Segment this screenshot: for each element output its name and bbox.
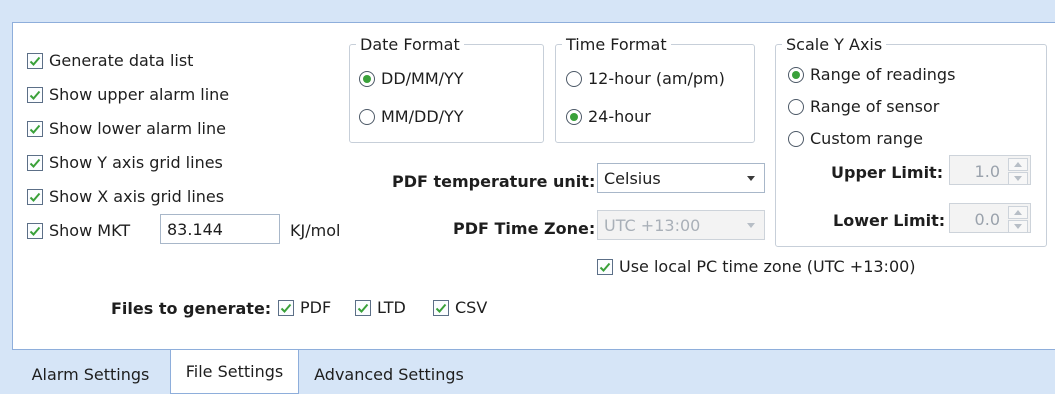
- scale-y-axis-legend: Scale Y Axis: [786, 35, 883, 54]
- use-local-timezone-label: Use local PC time zone (UTC +13:00): [619, 257, 916, 276]
- lower-limit-value: 0.0: [974, 210, 1000, 229]
- show-mkt-label: Show MKT: [49, 221, 131, 240]
- check-icon: [27, 154, 43, 171]
- check-icon: [27, 52, 43, 69]
- mkt-value: 83.144: [167, 219, 223, 239]
- scale-custom-range-radio[interactable]: Custom range: [788, 129, 923, 148]
- spin-down-icon[interactable]: [1008, 220, 1028, 233]
- show-upper-alarm-checkbox[interactable]: Show upper alarm line: [27, 85, 229, 104]
- date-format-ddmmyy-radio[interactable]: DD/MM/YY: [359, 69, 464, 88]
- scale-range-sensor-label: Range of sensor: [810, 97, 940, 116]
- mkt-value-input[interactable]: 83.144: [160, 214, 280, 244]
- scale-range-readings-radio[interactable]: Range of readings: [788, 65, 955, 84]
- pdf-timezone-dropdown[interactable]: UTC +13:00: [597, 210, 765, 240]
- spin-up-icon[interactable]: [1008, 158, 1028, 171]
- show-mkt-checkbox[interactable]: Show MKT: [27, 221, 130, 240]
- check-icon: [597, 258, 613, 275]
- tab-file-settings-label: File Settings: [185, 362, 284, 381]
- radio-unselected-icon: [359, 108, 375, 125]
- lower-limit-spinner[interactable]: 0.0: [949, 203, 1031, 233]
- use-local-timezone-checkbox[interactable]: Use local PC time zone (UTC +13:00): [597, 257, 916, 276]
- check-icon: [355, 299, 371, 316]
- file-csv-checkbox[interactable]: CSV: [433, 298, 487, 317]
- pdf-temp-unit-dropdown[interactable]: Celsius: [597, 163, 765, 193]
- pdf-temp-unit-label: PDF temperature unit:: [392, 172, 596, 191]
- time-format-group: Time Format: [555, 35, 755, 143]
- radio-unselected-icon: [566, 70, 582, 87]
- scale-range-readings-label: Range of readings: [810, 65, 956, 84]
- radio-selected-icon: [359, 70, 375, 87]
- generate-data-list-checkbox[interactable]: Generate data list: [27, 51, 193, 70]
- check-icon: [27, 188, 43, 205]
- tab-alarm-settings[interactable]: Alarm Settings: [12, 354, 169, 394]
- file-csv-label: CSV: [455, 298, 488, 317]
- show-lower-alarm-label: Show lower alarm line: [49, 119, 226, 138]
- file-ltd-checkbox[interactable]: LTD: [355, 298, 406, 317]
- scale-range-sensor-radio[interactable]: Range of sensor: [788, 97, 939, 116]
- radio-selected-icon: [566, 108, 582, 125]
- spin-down-icon[interactable]: [1008, 172, 1028, 185]
- tab-alarm-settings-label: Alarm Settings: [31, 364, 150, 384]
- time-format-legend: Time Format: [566, 35, 667, 54]
- generate-data-list-label: Generate data list: [49, 51, 194, 70]
- show-lower-alarm-checkbox[interactable]: Show lower alarm line: [27, 119, 226, 138]
- check-icon: [278, 299, 294, 316]
- chevron-down-icon: [738, 211, 764, 239]
- pdf-timezone-label: PDF Time Zone:: [453, 219, 596, 238]
- files-to-generate-label: Files to generate:: [111, 299, 272, 318]
- date-format-group: Date Format: [349, 35, 544, 143]
- mkt-unit-label: KJ/mol: [290, 221, 341, 240]
- tab-advanced-settings-label: Advanced Settings: [314, 364, 464, 384]
- upper-limit-spinner[interactable]: 1.0: [949, 155, 1031, 185]
- check-icon: [27, 222, 43, 239]
- radio-selected-icon: [788, 66, 804, 83]
- check-icon: [27, 120, 43, 137]
- time-format-24h-radio[interactable]: 24-hour: [566, 107, 651, 126]
- check-icon: [27, 86, 43, 103]
- date-format-ddmmyy-label: DD/MM/YY: [381, 69, 464, 88]
- check-icon: [433, 299, 449, 316]
- file-settings-panel: Generate data list Show upper alarm line…: [12, 22, 1055, 350]
- show-y-grid-label: Show Y axis grid lines: [49, 153, 223, 172]
- show-y-grid-checkbox[interactable]: Show Y axis grid lines: [27, 153, 223, 172]
- file-pdf-checkbox[interactable]: PDF: [278, 298, 331, 317]
- lower-limit-label: Lower Limit:: [833, 211, 946, 230]
- time-format-12h-label: 12-hour (am/pm): [588, 69, 725, 88]
- pdf-temp-unit-value: Celsius: [604, 168, 661, 188]
- time-format-24h-label: 24-hour: [588, 107, 651, 126]
- date-format-mmddyy-label: MM/DD/YY: [381, 107, 464, 126]
- tab-advanced-settings[interactable]: Advanced Settings: [300, 354, 478, 394]
- file-pdf-label: PDF: [300, 298, 332, 317]
- radio-unselected-icon: [788, 130, 804, 147]
- time-format-12h-radio[interactable]: 12-hour (am/pm): [566, 69, 725, 88]
- tab-file-settings[interactable]: File Settings: [170, 350, 299, 394]
- show-upper-alarm-label: Show upper alarm line: [49, 85, 230, 104]
- date-format-mmddyy-radio[interactable]: MM/DD/YY: [359, 107, 464, 126]
- scale-custom-range-label: Custom range: [810, 129, 923, 148]
- file-ltd-label: LTD: [377, 298, 406, 317]
- upper-limit-value: 1.0: [974, 162, 1000, 181]
- radio-unselected-icon: [788, 98, 804, 115]
- upper-limit-label: Upper Limit:: [831, 163, 944, 182]
- pdf-timezone-value: UTC +13:00: [604, 215, 701, 235]
- show-x-grid-checkbox[interactable]: Show X axis grid lines: [27, 187, 224, 206]
- chevron-down-icon: [738, 164, 764, 192]
- show-x-grid-label: Show X axis grid lines: [49, 187, 225, 206]
- date-format-legend: Date Format: [360, 35, 460, 54]
- spin-up-icon[interactable]: [1008, 206, 1028, 219]
